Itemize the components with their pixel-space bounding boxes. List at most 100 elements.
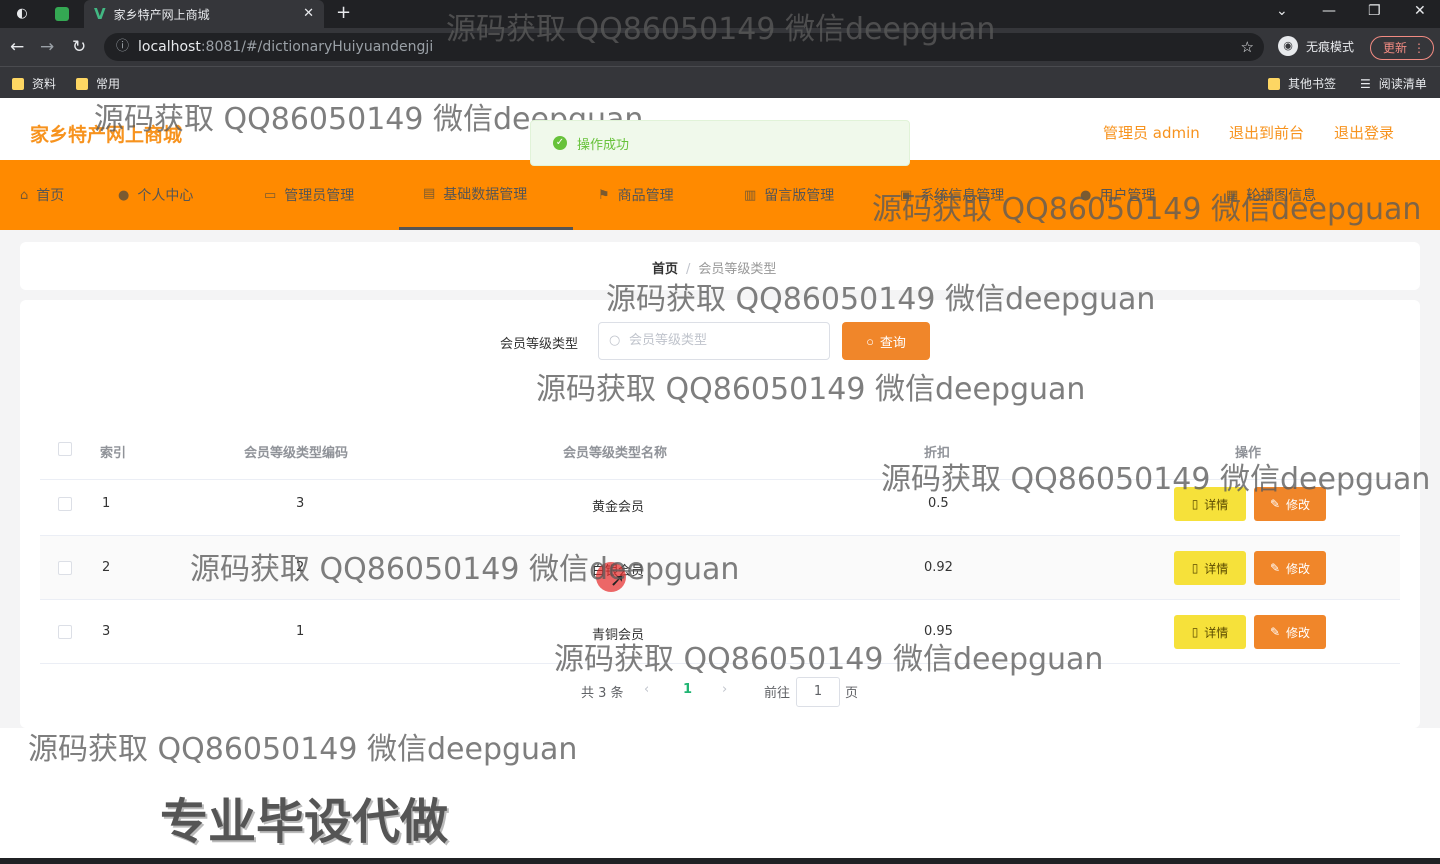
cell-discount: 0.5	[928, 496, 949, 511]
tab-close-icon[interactable]: ✕	[303, 6, 314, 21]
watermark: 源码获取 QQ86050149 微信deepguan	[190, 552, 740, 587]
maximize-icon[interactable]: ❐	[1368, 3, 1381, 19]
menu-label: 商品管理	[617, 188, 674, 204]
forward-icon[interactable]: →	[40, 37, 54, 57]
cell-name: 黄金会员	[592, 500, 645, 515]
header-index: 索引	[100, 446, 127, 461]
browser-tab-active[interactable]: V 家乡特产网上商城 ✕	[84, 0, 324, 28]
bookmark-label: 阅读清单	[1378, 77, 1427, 91]
pencil-icon: ✎	[1269, 497, 1281, 511]
row-checkbox[interactable]	[58, 561, 72, 575]
chart-icon: ▥	[744, 187, 757, 203]
menu-label: 留言版管理	[764, 188, 835, 204]
cell-index: 1	[102, 496, 111, 511]
toast-message: 操作成功	[577, 137, 630, 153]
edit-label: 修改	[1286, 561, 1311, 576]
reload-icon[interactable]: ↻	[72, 37, 86, 57]
update-label: 更新	[1383, 41, 1408, 55]
reading-list[interactable]: ☰ 阅读清单	[1360, 75, 1427, 92]
menu-item-admin[interactable]: ▭ 管理员管理	[264, 160, 354, 230]
home-icon: ⌂	[20, 187, 29, 203]
pencil-icon: ✎	[1269, 625, 1281, 639]
logout-link[interactable]: 退出登录	[1334, 122, 1394, 143]
row-checkbox[interactable]	[58, 497, 72, 511]
search-label: 会员等级类型	[500, 337, 579, 352]
minimize-icon[interactable]: —	[1322, 3, 1336, 19]
detail-button[interactable]: ▯ 详情	[1174, 551, 1246, 585]
vue-logo-icon: V	[94, 5, 106, 23]
detail-label: 详情	[1204, 625, 1229, 640]
new-tab-button[interactable]: +	[336, 2, 351, 23]
detail-label: 详情	[1204, 561, 1229, 576]
cell-index: 3	[102, 624, 111, 639]
back-icon[interactable]: ←	[10, 37, 24, 57]
admin-icon: ▭	[264, 187, 277, 203]
watermark: 源码获取 QQ86050149 微信deepguan	[446, 12, 996, 47]
menu-label: 基础数据管理	[443, 186, 528, 203]
taskbar-edge	[0, 858, 1440, 864]
page-number-current[interactable]: 1	[683, 682, 692, 697]
search-icon: ○	[609, 333, 621, 348]
cell-discount: 0.92	[924, 560, 953, 575]
browser-profile-icon[interactable]: ◐	[12, 4, 32, 24]
watermark: 源码获取 QQ86050149 微信deepguan	[536, 372, 1086, 407]
cell-code: 1	[296, 624, 305, 639]
edit-button[interactable]: ✎ 修改	[1254, 615, 1326, 649]
next-page-button[interactable]: ›	[722, 682, 727, 697]
watermark: 源码获取 QQ86050149 微信deepguan	[28, 732, 578, 767]
page-suffix: 页	[845, 686, 859, 701]
menu-label: 首页	[36, 188, 65, 204]
sheets-tab-icon[interactable]	[55, 7, 69, 21]
bookmark-label: 其他书签	[1288, 77, 1337, 91]
user-icon: ●	[118, 187, 130, 203]
success-check-icon: ✓	[553, 136, 567, 150]
pagination-total: 共 3 条	[581, 686, 624, 701]
menu-item-home[interactable]: ⌂ 首页	[20, 160, 64, 230]
back-to-front-link[interactable]: 退出到前台	[1229, 122, 1304, 143]
watermark: 源码获取 QQ86050149 微信deepguan	[872, 192, 1422, 227]
query-button[interactable]: ○ 查询	[842, 322, 930, 360]
site-info-icon[interactable]: ⓘ	[116, 33, 129, 61]
prev-page-button[interactable]: ‹	[644, 682, 649, 697]
flag-icon: ⚑	[598, 187, 610, 203]
incognito-indicator[interactable]: ◉ 无痕模式	[1278, 36, 1354, 56]
folder-icon	[12, 77, 24, 90]
search-input[interactable]: ○ 会员等级类型	[598, 322, 830, 360]
folder-icon	[1268, 77, 1280, 90]
row-checkbox[interactable]	[58, 625, 72, 639]
menu-item-goods[interactable]: ⚑ 商品管理	[598, 160, 674, 230]
detail-button[interactable]: ▯ 详情	[1174, 615, 1246, 649]
menu-item-messages[interactable]: ▥ 留言版管理	[744, 160, 834, 230]
folder-icon	[76, 77, 88, 90]
update-button[interactable]: 更新 ⋮	[1370, 36, 1434, 60]
search-icon: ○	[866, 333, 874, 349]
search-placeholder: 会员等级类型	[629, 333, 708, 348]
pencil-icon: ✎	[1269, 561, 1281, 575]
bookmark-folder[interactable]: 资料	[12, 75, 56, 92]
reading-list-icon: ☰	[1360, 76, 1371, 91]
menu-item-base-data[interactable]: ▤ 基础数据管理	[399, 160, 573, 230]
tab-search-icon[interactable]: ⌄	[1276, 3, 1288, 19]
select-all-checkbox[interactable]	[58, 442, 72, 456]
admin-user-link[interactable]: 管理员 admin	[1103, 122, 1200, 143]
edit-label: 修改	[1286, 497, 1311, 512]
query-label: 查询	[879, 334, 906, 350]
url-path: :8081/#/dictionaryHuiyuandengji	[200, 39, 434, 55]
goto-label: 前往	[764, 686, 791, 701]
bookmark-folder[interactable]: 常用	[76, 75, 120, 92]
edit-button[interactable]: ✎ 修改	[1254, 551, 1326, 585]
more-menu-icon[interactable]: ⋮	[1413, 37, 1425, 59]
incognito-label: 无痕模式	[1306, 39, 1355, 54]
document-icon: ▯	[1191, 625, 1199, 639]
bookmark-star-icon[interactable]: ☆	[1241, 33, 1254, 61]
success-toast: ✓ 操作成功	[530, 120, 910, 166]
header-code: 会员等级类型编码	[244, 446, 349, 461]
menu-item-profile[interactable]: ● 个人中心	[118, 160, 193, 230]
document-icon: ▯	[1191, 497, 1199, 511]
incognito-icon: ◉	[1278, 36, 1298, 56]
window-close-icon[interactable]: ✕	[1414, 3, 1426, 19]
goto-page-input[interactable]: 1	[796, 677, 840, 707]
header-name: 会员等级类型名称	[563, 446, 668, 461]
detail-label: 详情	[1204, 497, 1229, 512]
other-bookmarks[interactable]: 其他书签	[1268, 75, 1336, 92]
